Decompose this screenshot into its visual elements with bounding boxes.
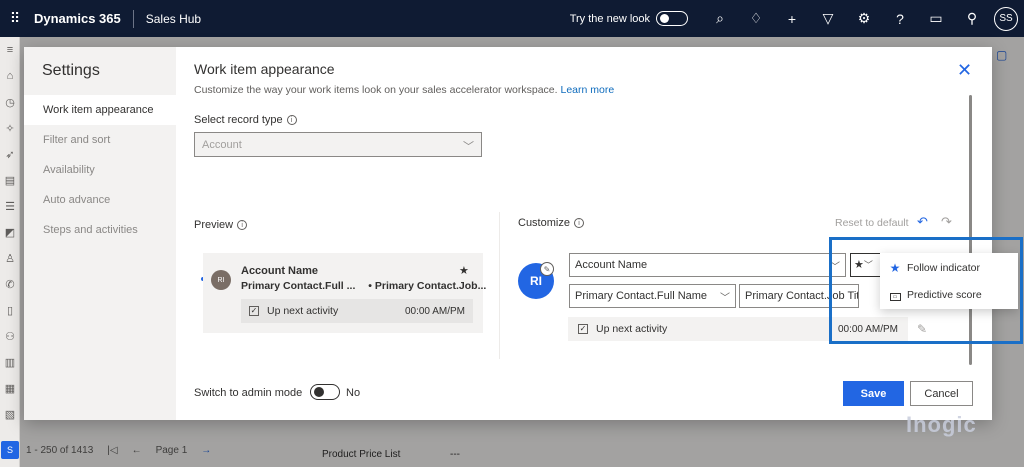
rocket-icon[interactable]: ➶ [0,141,20,167]
preview-label: Preview [194,219,234,231]
lightbulb-icon[interactable]: ♢ [738,10,774,27]
menu-icon[interactable]: ≡ [0,37,20,63]
admin-mode-toggle[interactable] [310,384,340,400]
recent-icon[interactable]: ◷ [0,89,20,115]
home-icon[interactable]: ⌂ [0,63,20,89]
close-icon[interactable]: ✕ [957,61,972,79]
preview-label-row: Preview i [194,219,248,231]
info-icon[interactable]: i [237,220,248,231]
notes-icon[interactable]: ▯ [0,297,20,323]
area-switcher-icon[interactable]: S [1,441,19,459]
preview-activity-label: Up next activity [267,305,339,317]
file-icon[interactable]: ▦ [0,375,20,401]
search-icon[interactable]: ⌕ [702,10,738,27]
preview-activity-row: ✓ Up next activity 00:00 AM/PM [241,299,473,323]
dialog-title: Work item appearance [194,61,335,77]
reset-to-default-button[interactable]: Reset to default [835,217,909,229]
info-icon[interactable]: i [286,115,297,126]
top-navbar: ⠿ Dynamics 365 Sales Hub Try the new loo… [0,0,1024,37]
annotation-highlight-box [829,237,1023,344]
task-checkbox-icon: ✓ [249,306,259,316]
plus-icon[interactable]: + [774,11,810,27]
secondary-field-a-select[interactable]: Primary Contact.Full Name ﹀ [569,284,736,308]
report-icon[interactable]: ▧ [0,401,20,427]
edit-avatar-icon[interactable]: ✎ [540,262,554,276]
settings-nav: Settings Work item appearance Filter and… [24,47,176,420]
nav-item-auto-advance[interactable]: Auto advance [24,185,176,215]
customize-label: Customize [518,217,570,229]
chat-icon[interactable]: ▭ [918,10,954,27]
pin-icon[interactable]: ✧ [0,115,20,141]
primary-field-value: Account Name [575,259,648,271]
follow-star-icon: ★ [459,265,469,277]
record-type-label: Select record type [194,114,283,126]
contacts-icon[interactable]: ⚇ [0,323,20,349]
app-launcher-icon[interactable]: ⠿ [4,10,26,27]
redo-icon[interactable]: ↷ [941,214,952,230]
task-checkbox-icon: ✓ [578,324,588,334]
clipboard-icon[interactable]: ▤ [0,167,20,193]
preview-card: RI Account Name ★ Primary Contact.Full .… [203,253,486,333]
admin-mode-label: Switch to admin mode [194,387,303,399]
record-type-select[interactable]: Account ﹀ [194,132,482,157]
assistant-icon[interactable]: ⚲ [954,10,990,27]
nav-item-steps-activities[interactable]: Steps and activities [24,215,176,245]
settings-title: Settings [42,62,100,79]
left-nav-rail: ≡ ⌂ ◷ ✧ ➶ ▤ ☰ ◩ ♙ ✆ ▯ ⚇ ▥ ▦ ▧ S [0,37,20,467]
customize-label-row: Customize i [518,217,584,229]
phone-icon[interactable]: ✆ [0,271,20,297]
record-type-value: Account [202,139,242,151]
subtitle-text: Customize the way your work items look o… [194,84,558,96]
learn-more-link[interactable]: Learn more [560,84,614,96]
person-icon[interactable]: ♙ [0,245,20,271]
navbar-actions: Try the new look ⌕ ♢ + ▽ ⚙ ? ▭ ⚲ SS [570,0,1024,37]
customize-activity-label: Up next activity [596,323,668,335]
preview-activity-time: 00:00 AM/PM [404,305,465,317]
try-new-look-toggle[interactable] [656,11,688,26]
cancel-button[interactable]: Cancel [910,381,973,406]
section-divider [499,212,500,359]
user-avatar[interactable]: SS [994,6,1018,31]
nav-item-work-item-appearance[interactable]: Work item appearance [24,95,176,125]
app-name[interactable]: Dynamics 365 [34,11,121,26]
record-type-label-row: Select record type i [194,114,297,126]
nav-item-availability[interactable]: Availability [24,155,176,185]
primary-field-select[interactable]: Account Name ﹀ [569,253,846,277]
filter-icon[interactable]: ▽ [810,10,846,27]
help-icon[interactable]: ? [882,11,918,27]
try-new-look-label: Try the new look [569,12,650,25]
preview-secondary-a: Primary Contact.Full ... [241,280,356,292]
watermark-logo: Inogic [906,412,977,437]
area-name[interactable]: Sales Hub [146,12,201,26]
undo-icon[interactable]: ↶ [917,214,928,230]
settings-dialog: Settings Work item appearance Filter and… [24,47,992,420]
preview-avatar: RI [211,270,231,290]
secondary-field-a-value: Primary Contact.Full Name [575,290,708,302]
dialog-subtitle: Customize the way your work items look o… [194,84,614,96]
chevron-down-icon: ﹀ [463,141,474,153]
dashboard-icon[interactable]: ◩ [0,219,20,245]
navbar-divider [132,9,134,28]
settings-gear-icon[interactable]: ⚙ [846,10,882,27]
list-icon[interactable]: ☰ [0,193,20,219]
nav-item-filter-sort[interactable]: Filter and sort [24,125,176,155]
chevron-down-icon: ﹀ [720,293,730,304]
info-icon[interactable]: i [573,218,584,229]
preview-secondary-b: • Primary Contact.Job... [368,280,487,292]
preview-secondary-line: Primary Contact.Full ... • Primary Conta… [241,280,496,292]
save-button[interactable]: Save [843,381,904,406]
document-icon[interactable]: ▥ [0,349,20,375]
admin-mode-value: No [346,387,361,399]
preview-name: Account Name [241,265,319,277]
